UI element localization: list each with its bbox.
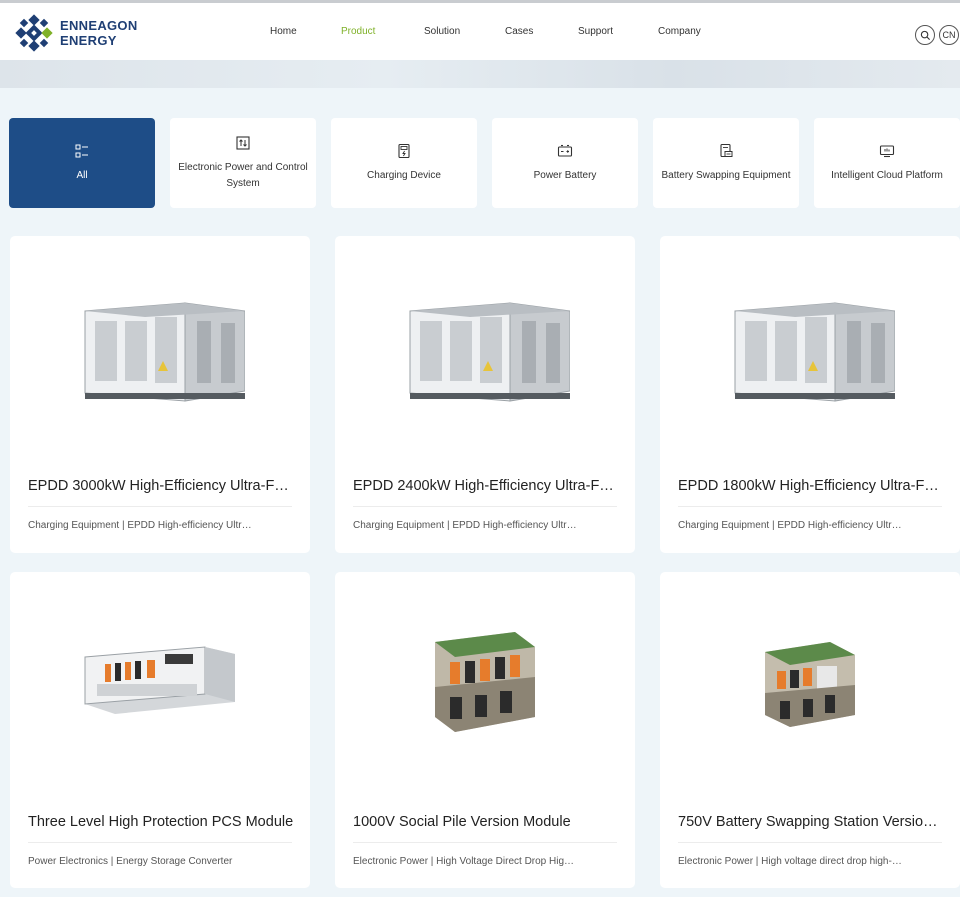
search-button[interactable] <box>915 25 935 45</box>
category-label: Intelligent Cloud Platform <box>831 169 943 181</box>
divider <box>678 842 942 843</box>
product-card[interactable]: 750V Battery Swapping Station Versio… El… <box>660 572 960 888</box>
brand-logo[interactable]: ENNEAGON ENERGY <box>12 11 138 55</box>
category-electronic-power[interactable]: Electronic Power and Control System <box>170 118 316 208</box>
product-title[interactable]: Three Level High Protection PCS Module <box>28 814 298 830</box>
container-cabinet-icon <box>409 302 570 402</box>
category-charging-device[interactable]: Charging Device <box>331 118 477 208</box>
brand-name-line2: ENERGY <box>60 33 117 48</box>
search-icon <box>920 30 930 40</box>
power-control-icon <box>236 135 250 150</box>
product-description: Charging Equipment | EPDD High-efficienc… <box>678 520 902 531</box>
product-card[interactable]: EPDD 2400kW High-Efficiency Ultra-F… Cha… <box>335 236 635 553</box>
enneagon-logo-icon <box>15 14 53 52</box>
product-description: Charging Equipment | EPDD High-efficienc… <box>353 520 577 531</box>
open-module-small-icon <box>765 642 855 727</box>
list-icon <box>75 144 88 157</box>
product-image <box>10 572 310 792</box>
product-description: Electronic Power | High Voltage Direct D… <box>353 856 575 867</box>
category-all[interactable]: All <box>9 118 155 208</box>
product-description: Electronic Power | High voltage direct d… <box>678 856 902 867</box>
category-power-battery[interactable]: Power Battery <box>492 118 638 208</box>
divider <box>28 842 292 843</box>
divider <box>28 506 292 507</box>
product-image <box>335 572 635 792</box>
product-image <box>335 236 635 456</box>
product-title[interactable]: 750V Battery Swapping Station Versio… <box>678 814 948 830</box>
page-banner <box>0 60 960 88</box>
language-switch-button[interactable]: CN <box>939 25 959 45</box>
category-cloud-platform[interactable]: Intelligent Cloud Platform <box>814 118 960 208</box>
product-title[interactable]: EPDD 2400kW High-Efficiency Ultra-F… <box>353 478 623 494</box>
category-battery-swapping[interactable]: Battery Swapping Equipment <box>653 118 799 208</box>
product-description: Power Electronics | Energy Storage Conve… <box>28 856 233 867</box>
product-card[interactable]: EPDD 3000kW High-Efficiency Ultra-F… Cha… <box>10 236 310 553</box>
nav-support[interactable]: Support <box>578 26 613 37</box>
product-title[interactable]: EPDD 1800kW High-Efficiency Ultra-F… <box>678 478 948 494</box>
divider <box>678 506 942 507</box>
open-module-icon <box>435 632 535 732</box>
product-title[interactable]: EPDD 3000kW High-Efficiency Ultra-F… <box>28 478 298 494</box>
cloud-platform-icon <box>879 144 895 157</box>
product-image <box>660 572 960 792</box>
category-label: Charging Device <box>367 169 441 181</box>
nav-product[interactable]: Product <box>341 26 375 37</box>
site-header: ENNEAGON ENERGY Home Product Solution Ca… <box>0 0 960 60</box>
divider <box>353 842 617 843</box>
product-title[interactable]: 1000V Social Pile Version Module <box>353 814 623 830</box>
nav-solution[interactable]: Solution <box>424 26 460 37</box>
category-label: Battery Swapping Equipment <box>661 169 791 181</box>
product-image <box>660 236 960 456</box>
category-label: Electronic Power and Control System <box>178 161 308 189</box>
category-label: All <box>76 169 88 181</box>
nav-home[interactable]: Home <box>270 26 297 37</box>
category-label: Power Battery <box>533 169 597 181</box>
divider <box>353 506 617 507</box>
product-card[interactable]: 1000V Social Pile Version Module Electro… <box>335 572 635 888</box>
container-cabinet-icon <box>84 302 245 402</box>
product-description: Charging Equipment | EPDD High-efficienc… <box>28 520 252 531</box>
battery-icon <box>557 144 573 157</box>
nav-cases[interactable]: Cases <box>505 26 533 37</box>
product-card[interactable]: Three Level High Protection PCS Module P… <box>10 572 310 888</box>
battery-swap-icon <box>720 143 733 157</box>
container-cabinet-icon <box>734 302 895 402</box>
brand-name-line1: ENNEAGON <box>60 18 138 33</box>
product-card[interactable]: EPDD 1800kW High-Efficiency Ultra-F… Cha… <box>660 236 960 553</box>
product-image <box>10 236 310 456</box>
charging-device-icon <box>398 143 410 158</box>
nav-company[interactable]: Company <box>658 26 701 37</box>
rack-module-icon <box>84 646 235 714</box>
